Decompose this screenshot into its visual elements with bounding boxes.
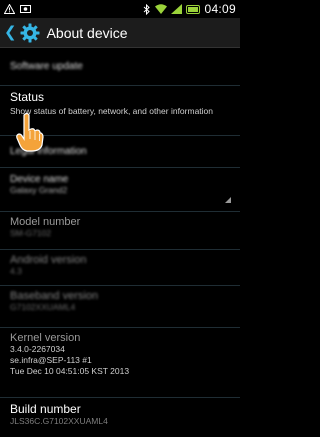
dropdown-corner-icon xyxy=(225,197,231,203)
tap-hand-icon xyxy=(14,112,44,152)
notification-icons xyxy=(4,4,31,14)
status-title: Status xyxy=(10,90,45,104)
android-version-value: 4.3 xyxy=(10,266,22,276)
settings-gear-icon[interactable] xyxy=(19,22,41,44)
action-bar: ❮ About device xyxy=(0,18,240,48)
device-name-value: Galaxy Grand2 xyxy=(10,185,68,195)
kernel-version-title: Kernel version xyxy=(10,332,81,344)
android-version-item[interactable]: Android version 4.3 xyxy=(0,250,240,286)
screenshot-icon xyxy=(20,4,31,14)
model-number-value: SM-G7102 xyxy=(10,228,52,238)
bluetooth-icon xyxy=(143,3,151,15)
kernel-version-line2: se.infra@SEP-113 #1 xyxy=(10,355,92,365)
baseband-version-item: Baseband version G7102XXUAML4 xyxy=(0,286,240,328)
build-number-value: JLS36C.G7102XXUAML4 xyxy=(10,416,108,426)
page-title: About device xyxy=(46,24,128,41)
build-number-item: Build number JLS36C.G7102XXUAML4 xyxy=(0,398,240,437)
device-name-item[interactable]: Device name Galaxy Grand2 xyxy=(0,168,240,212)
chevron-left-icon[interactable]: ❮ xyxy=(4,25,17,40)
baseband-version-value: G7102XXUAML4 xyxy=(10,302,76,312)
baseband-version-title: Baseband version xyxy=(10,290,99,302)
kernel-version-line3: Tue Dec 10 04:51:05 KST 2013 xyxy=(10,366,130,376)
build-number-title: Build number xyxy=(10,402,81,416)
software-update-title: Software update xyxy=(10,61,83,72)
model-number-title: Model number xyxy=(10,216,81,228)
device-name-title: Device name xyxy=(10,174,69,185)
signal-icon xyxy=(171,4,183,14)
software-update-item[interactable]: Software update xyxy=(0,48,240,86)
kernel-version-line1: 3.4.0-2267034 xyxy=(10,344,65,354)
status-bar: 04:09 xyxy=(0,0,240,18)
clock: 04:09 xyxy=(204,2,236,16)
kernel-version-item: Kernel version 3.4.0-2267034 se.infra@SE… xyxy=(0,328,240,398)
battery-icon xyxy=(186,4,201,14)
warning-icon xyxy=(4,4,15,14)
android-version-title: Android version xyxy=(10,254,87,266)
model-number-item: Model number SM-G7102 xyxy=(0,212,240,250)
system-icons: 04:09 xyxy=(143,2,236,16)
wifi-icon xyxy=(155,4,168,14)
settings-list: Software update Status Show status of ba… xyxy=(0,48,240,437)
